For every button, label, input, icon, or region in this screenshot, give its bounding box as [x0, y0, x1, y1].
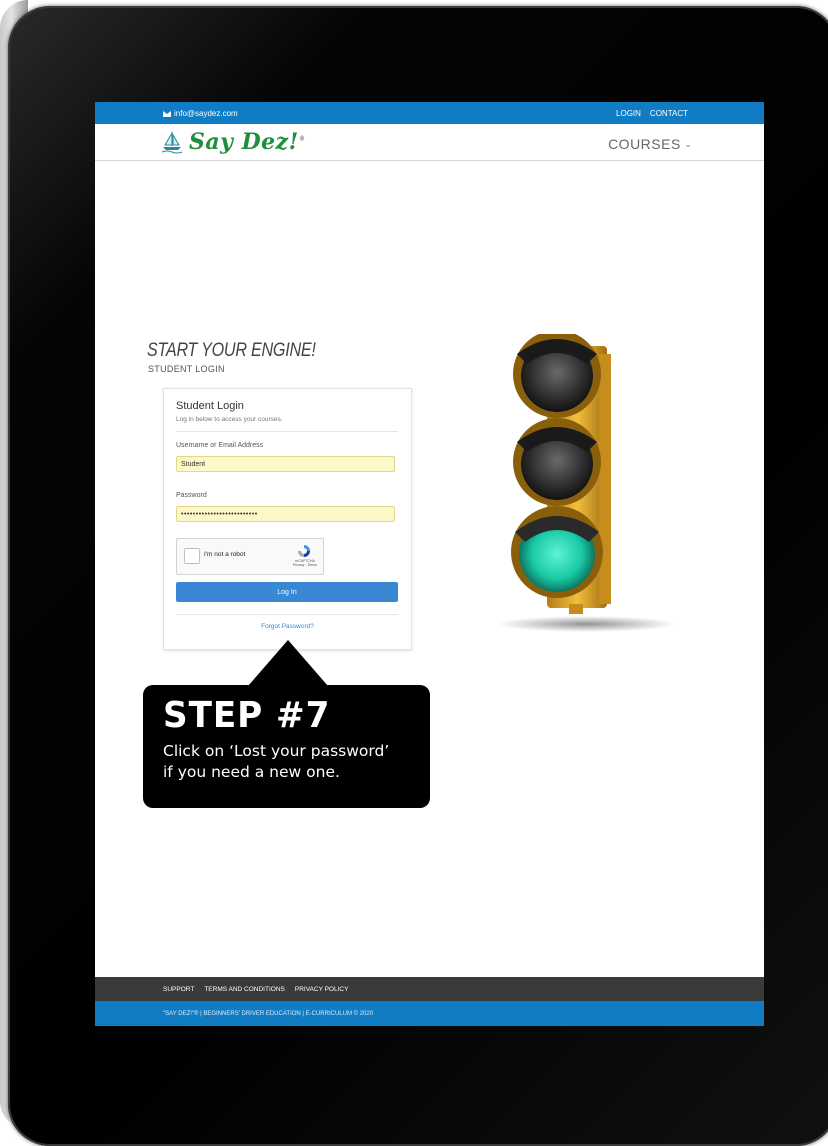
recaptcha-icon [298, 545, 310, 557]
top-links: LOGIN CONTACT [616, 109, 688, 118]
password-input[interactable]: •••••••••••••••••••••••••• [176, 506, 395, 522]
copyright-text: "SAY DEZ!"® | BEGINNERS' DRIVER EDUCATIO… [163, 1011, 374, 1017]
recaptcha-checkbox[interactable] [184, 548, 200, 564]
step-line-1: Click on ‘Lost your password’ [163, 742, 390, 760]
recaptcha-widget: I'm not a robot reCAPTCHA Privacy - Term… [176, 538, 324, 575]
footer-links-bar: SUPPORT TERMS AND CONDITIONS PRIVACY POL… [95, 977, 764, 1001]
footer-links: SUPPORT TERMS AND CONDITIONS PRIVACY POL… [163, 986, 348, 993]
page-subtitle: STUDENT LOGIN [148, 364, 225, 374]
password-label: Password [176, 492, 207, 499]
footer-link-privacy[interactable]: PRIVACY POLICY [295, 986, 349, 993]
step-instructions: Click on ‘Lost your password’ if you nee… [163, 741, 423, 783]
divider [176, 614, 398, 615]
step-callout: STEP #7 Click on ‘Lost your password’ if… [143, 685, 430, 808]
brand-name: Say Dez!® [189, 129, 306, 155]
site-header: Say Dez!® COURSES ⌄ [95, 124, 764, 161]
step-title: STEP #7 [163, 695, 331, 736]
username-label: Username or Email Address [176, 442, 264, 449]
chevron-down-icon: ⌄ [684, 139, 692, 149]
step-line-2: if you need a new one. [163, 763, 340, 781]
divider [176, 431, 398, 432]
login-button[interactable]: Log In [176, 582, 398, 602]
footer-copyright-bar: "SAY DEZ!"® | BEGINNERS' DRIVER EDUCATIO… [95, 1001, 764, 1026]
contact-link[interactable]: CONTACT [650, 109, 688, 118]
browser-screen: info@saydez.com LOGIN CONTACT Say Dez!® … [95, 102, 764, 1026]
recaptcha-label: I'm not a robot [204, 551, 246, 558]
login-link[interactable]: LOGIN [616, 109, 641, 118]
page-title: START YOUR ENGINE! [147, 340, 316, 361]
footer-link-terms[interactable]: TERMS AND CONDITIONS [204, 986, 285, 993]
top-bar: info@saydez.com LOGIN CONTACT [95, 102, 764, 124]
contact-email-text: info@saydez.com [174, 109, 238, 118]
sailboat-logo-icon [161, 131, 183, 154]
mail-icon [163, 110, 171, 117]
username-input[interactable]: Student [176, 456, 395, 472]
courses-menu-label: COURSES [608, 136, 681, 152]
callout-pointer [248, 640, 328, 686]
site-logo[interactable]: Say Dez!® [161, 129, 305, 155]
login-card-title: Student Login [176, 400, 244, 412]
contact-email[interactable]: info@saydez.com [163, 109, 238, 118]
recaptcha-brand: reCAPTCHA Privacy - Terms [292, 559, 317, 567]
login-card-subtitle: Log in below to access your courses. [176, 416, 283, 423]
forgot-password-link[interactable]: Forgot Password? [164, 623, 411, 630]
courses-menu[interactable]: COURSES ⌄ [608, 136, 692, 152]
traffic-light-image [497, 334, 677, 632]
login-card: Student Login Log in below to access you… [163, 388, 412, 650]
footer-link-support[interactable]: SUPPORT [163, 986, 194, 993]
